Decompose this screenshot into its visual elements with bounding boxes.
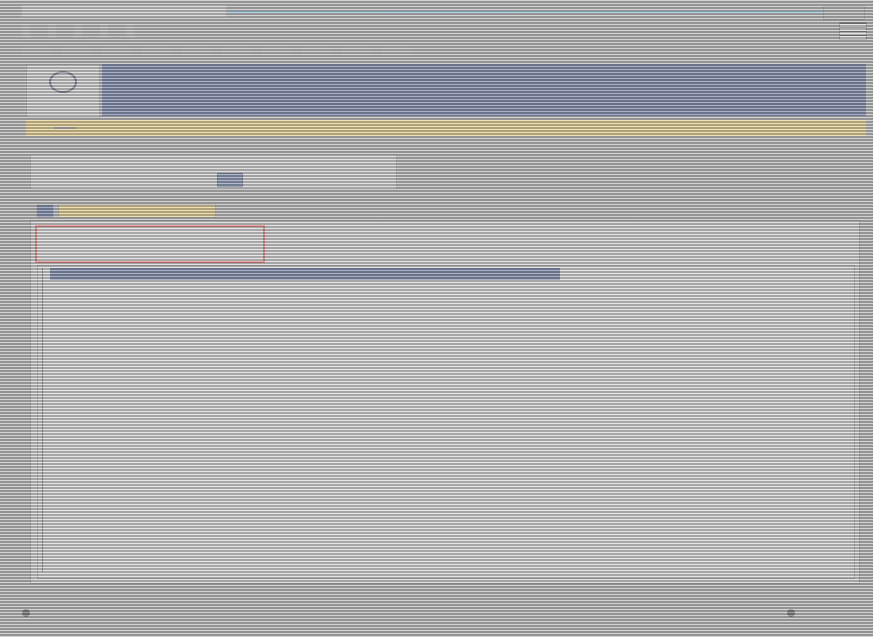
- toolbar-button[interactable]: [102, 46, 132, 56]
- title-accent-line: [228, 11, 823, 13]
- filter-panel: [30, 154, 397, 190]
- menu-item[interactable]: [74, 24, 82, 38]
- filter-button[interactable]: [217, 173, 243, 187]
- app-window: [0, 0, 873, 637]
- toolbar: [22, 44, 412, 58]
- data-grid: [37, 265, 855, 579]
- toolbar-button[interactable]: [342, 46, 372, 56]
- grid-divider: [42, 268, 43, 572]
- date-range-box: [35, 225, 265, 263]
- nav-bar: [26, 120, 866, 136]
- toolbar-button[interactable]: [262, 46, 292, 56]
- toolbar-button[interactable]: [22, 46, 52, 56]
- status-icon: [22, 608, 30, 617]
- footer-right: [787, 608, 799, 618]
- toolbar-button[interactable]: [222, 46, 252, 56]
- status-icon: [787, 608, 795, 617]
- toolbar-button[interactable]: [302, 46, 332, 56]
- logo: [26, 64, 100, 118]
- toolbar-button[interactable]: [182, 46, 212, 56]
- footer-left: [22, 608, 34, 618]
- hamburger-menu-icon[interactable]: [839, 22, 867, 40]
- content-panel: [30, 220, 860, 584]
- title-bar: [0, 4, 873, 20]
- toolbar-button[interactable]: [142, 46, 172, 56]
- menu-item[interactable]: [48, 24, 56, 38]
- menu-item[interactable]: [126, 24, 134, 38]
- window-title: [22, 5, 226, 17]
- page-header: [26, 64, 866, 118]
- menu-bar: [22, 24, 134, 38]
- tab-inactive[interactable]: [58, 204, 216, 218]
- window-controls[interactable]: [823, 6, 865, 20]
- menu-item[interactable]: [22, 24, 30, 38]
- tab-active[interactable]: [36, 204, 54, 218]
- tab-strip: [36, 204, 216, 218]
- toolbar-button[interactable]: [62, 46, 92, 56]
- nav-item-selected[interactable]: [54, 127, 76, 129]
- toolbar-button[interactable]: [382, 46, 412, 56]
- header-banner: [102, 64, 866, 116]
- logo-icon: [49, 71, 77, 93]
- menu-item[interactable]: [100, 24, 108, 38]
- grid-header: [50, 268, 560, 280]
